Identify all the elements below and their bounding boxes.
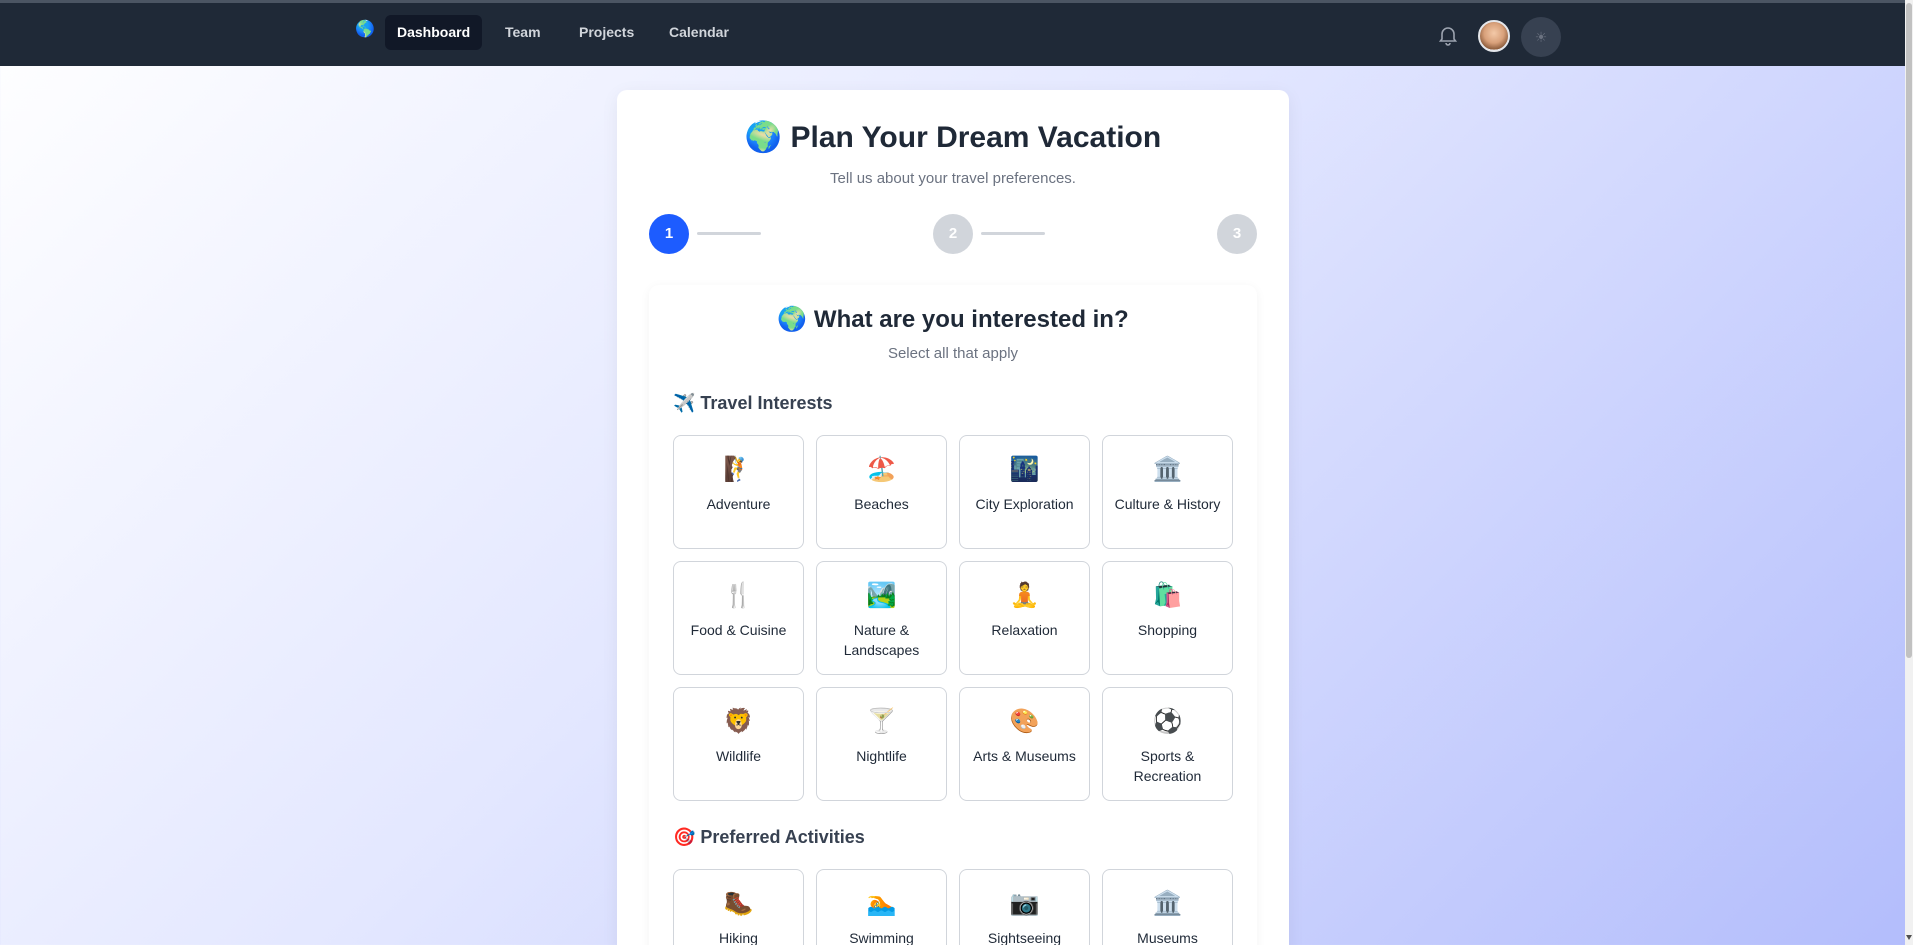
step-indicator-1: 1	[649, 214, 689, 254]
landscape-icon: 🏞️	[866, 582, 897, 609]
nav-calendar[interactable]: Calendar	[657, 15, 741, 50]
interest-option-nature-landscapes[interactable]: 🏞️ Nature & Landscapes	[816, 561, 947, 675]
classical-building-icon: 🏛️	[1152, 456, 1183, 483]
app-logo-icon[interactable]: 🌎	[355, 20, 375, 40]
question-title: 🌍 What are you interested in?	[777, 306, 1129, 333]
interest-option-arts-museums[interactable]: 🎨 Arts & Museums	[959, 687, 1090, 801]
swimmer-icon: 🏊	[866, 890, 897, 917]
theme-toggle-button[interactable]: ☀	[1521, 17, 1561, 57]
interest-option-nightlife[interactable]: 🍸 Nightlife	[816, 687, 947, 801]
beach-umbrella-icon: 🏖️	[866, 456, 897, 483]
bell-icon[interactable]	[1436, 23, 1460, 47]
shopping-bags-icon: 🛍️	[1152, 582, 1183, 609]
vacation-planner-card: 🌍 Plan Your Dream Vacation Tell us about…	[617, 90, 1289, 945]
option-label: Adventure	[706, 496, 771, 512]
top-navbar: 🌎 Dashboard Team Projects Calendar ☀	[0, 3, 1905, 66]
step-indicator-2: 2	[933, 214, 973, 254]
interest-option-culture-history[interactable]: 🏛️ Culture & History	[1102, 435, 1233, 549]
palette-icon: 🎨	[1009, 708, 1040, 735]
page-title: 🌍 Plan Your Dream Vacation	[744, 121, 1162, 154]
interest-option-shopping[interactable]: 🛍️ Shopping	[1102, 561, 1233, 675]
nav-projects[interactable]: Projects	[567, 15, 646, 50]
option-label: Wildlife	[715, 748, 762, 764]
activity-option-swimming[interactable]: 🏊 Swimming	[816, 869, 947, 945]
option-label: Nightlife	[856, 748, 907, 764]
page-subtitle: Tell us about your travel preferences.	[830, 170, 1076, 187]
activity-option-hiking[interactable]: 🥾 Hiking	[673, 869, 804, 945]
preferred-activities-heading: 🎯 Preferred Activities	[673, 827, 865, 847]
option-label: City Exploration	[975, 496, 1074, 512]
city-night-icon: 🌃	[1009, 456, 1040, 483]
interest-option-adventure[interactable]: 🧗 Adventure	[673, 435, 804, 549]
scroll-down-arrow-icon[interactable]	[1906, 935, 1912, 940]
interest-option-sports-recreation[interactable]: ⚽ Sports & Recreation	[1102, 687, 1233, 801]
classical-building-icon: 🏛️	[1152, 890, 1183, 917]
cocktail-icon: 🍸	[866, 708, 897, 735]
option-label: Arts & Museums	[973, 748, 1076, 764]
option-label: Nature & Landscapes	[843, 622, 920, 658]
activity-option-museums[interactable]: 🏛️ Museums	[1102, 869, 1233, 945]
climbing-icon: 🧗	[723, 456, 754, 483]
option-label: Sports & Recreation	[1133, 748, 1202, 784]
user-avatar[interactable]	[1478, 20, 1510, 52]
step-indicator-3: 3	[1217, 214, 1257, 254]
option-label: Museums	[1137, 930, 1198, 945]
option-label: Swimming	[849, 930, 914, 945]
nav-team[interactable]: Team	[493, 15, 553, 50]
interest-option-relaxation[interactable]: 🧘 Relaxation	[959, 561, 1090, 675]
question-subtitle: Select all that apply	[887, 345, 1019, 362]
step-connector	[697, 232, 761, 235]
hiking-boot-icon: 🥾	[723, 890, 754, 917]
option-label: Food & Cuisine	[690, 622, 787, 638]
option-label: Hiking	[719, 930, 758, 945]
camera-icon: 📷	[1009, 890, 1040, 917]
step-connector	[981, 232, 1045, 235]
option-label: Beaches	[854, 496, 909, 512]
soccer-ball-icon: ⚽	[1152, 708, 1183, 735]
option-label: Shopping	[1137, 622, 1198, 638]
fork-knife-icon: 🍴	[723, 582, 754, 609]
interest-option-city-exploration[interactable]: 🌃 City Exploration	[959, 435, 1090, 549]
interest-option-wildlife[interactable]: 🦁 Wildlife	[673, 687, 804, 801]
meditation-icon: 🧘	[1009, 582, 1040, 609]
interest-option-beaches[interactable]: 🏖️ Beaches	[816, 435, 947, 549]
option-label: Relaxation	[991, 622, 1058, 638]
travel-interests-heading: ✈️ Travel Interests	[673, 393, 833, 413]
option-label: Culture & History	[1114, 496, 1221, 512]
interests-form: 🌍 What are you interested in? Select all…	[649, 285, 1257, 945]
lion-icon: 🦁	[723, 708, 754, 735]
scrollbar-thumb[interactable]	[1906, 3, 1912, 658]
nav-dashboard[interactable]: Dashboard	[385, 15, 483, 50]
activity-option-sightseeing[interactable]: 📷 Sightseeing	[959, 869, 1090, 945]
interest-option-food-cuisine[interactable]: 🍴 Food & Cuisine	[673, 561, 804, 675]
option-label: Sightseeing	[987, 930, 1062, 945]
